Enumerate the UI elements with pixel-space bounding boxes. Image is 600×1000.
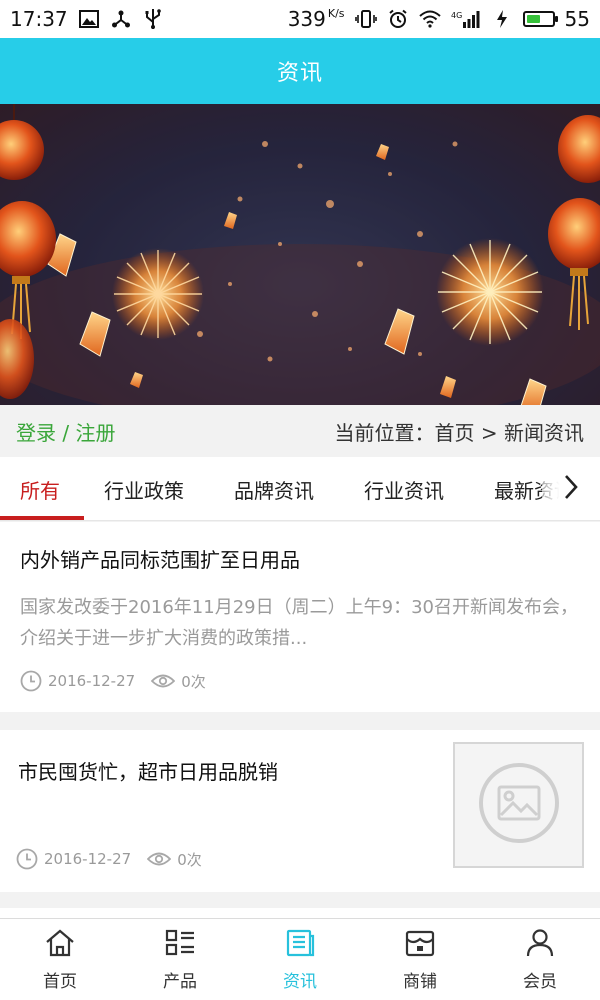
- tab-brand-news[interactable]: 品牌资讯: [234, 457, 314, 520]
- page-title: 资讯: [276, 61, 323, 86]
- vibrate-icon: [354, 8, 377, 30]
- article-views: 0次: [181, 672, 206, 691]
- eye-icon: [151, 673, 176, 689]
- nav-member[interactable]: 会员: [480, 919, 600, 1000]
- tab-all[interactable]: 所有: [20, 457, 60, 520]
- product-grid-icon: [164, 928, 196, 963]
- firework-left: [112, 248, 204, 340]
- svg-text:4G: 4G: [451, 11, 462, 20]
- nav-label: 首页: [43, 971, 77, 992]
- tab-industry-policy[interactable]: 行业政策: [104, 457, 184, 520]
- user-icon: [524, 928, 556, 963]
- store-icon: [404, 928, 436, 963]
- firework-right: [436, 238, 544, 346]
- chevron-right-icon: [563, 473, 579, 505]
- eye-icon: [147, 851, 172, 867]
- alarm-icon: [387, 8, 409, 30]
- nav-store[interactable]: 商铺: [360, 919, 480, 1000]
- news-icon: [284, 928, 316, 963]
- status-bar-right: 339 K/s 4G 55: [288, 7, 590, 31]
- article-title[interactable]: 市民囤货忙，超市日用品脱销: [18, 756, 278, 785]
- article-title[interactable]: 内外销产品同标范围扩至日用品: [20, 544, 300, 573]
- image-placeholder-icon: [477, 761, 561, 849]
- net-speed-unit: K/s: [327, 7, 345, 20]
- image-icon: [78, 8, 100, 30]
- clock-icon: [20, 670, 42, 692]
- category-tabs: 所有 行业政策 品牌资讯 行业资讯 最新资讯: [0, 457, 600, 521]
- article-meta: 2016-12-27 0次: [16, 848, 202, 870]
- share-icon: [110, 8, 132, 30]
- home-icon: [44, 928, 76, 963]
- banner-illustration: [0, 104, 600, 405]
- article-summary: 国家发改委于2016年11月29日（周二）上午9：30召开新闻发布会，介绍关于进…: [20, 597, 578, 649]
- article-date: 2016-12-27: [44, 850, 132, 868]
- nav-home[interactable]: 首页: [0, 919, 120, 1000]
- tab-label: 品牌资讯: [234, 478, 314, 503]
- status-bar-left: 17:37: [10, 7, 164, 31]
- nav-label: 商铺: [403, 971, 437, 992]
- article-card[interactable]: 市民囤货忙，超市日用品脱销 2016-12-27 0次: [0, 730, 600, 892]
- wifi-icon: [418, 8, 441, 30]
- active-tab-indicator: [0, 516, 84, 520]
- nav-label: 产品: [163, 971, 197, 992]
- article-views: 0次: [177, 850, 202, 869]
- article-thumbnail[interactable]: [453, 742, 584, 868]
- net-speed-value: 339: [287, 7, 326, 31]
- title-bar: 资讯: [0, 38, 600, 104]
- clock-icon: [16, 848, 38, 870]
- nav-products[interactable]: 产品: [120, 919, 240, 1000]
- article-card[interactable]: 内外销产品同标范围扩至日用品 国家发改委于2016年11月29日（周二）上午9：…: [0, 522, 600, 712]
- article-meta: 2016-12-27 0次: [20, 670, 206, 692]
- battery-level: 55: [564, 7, 590, 31]
- location-bar: 登录 / 注册 当前位置：首页 > 新闻资讯: [0, 405, 600, 457]
- banner-image[interactable]: [0, 104, 600, 405]
- article-date: 2016-12-27: [48, 672, 136, 690]
- bottom-nav: 首页 产品 资讯 商铺 会员: [0, 918, 600, 1000]
- tab-label: 行业政策: [104, 478, 184, 503]
- tabs-scroll-right-button[interactable]: [542, 457, 600, 520]
- nav-news[interactable]: 资讯: [240, 919, 360, 1000]
- battery-fill: [526, 15, 540, 23]
- status-bar: 17:37 339 K/s 4G 55: [0, 0, 600, 38]
- usb-icon: [142, 8, 164, 30]
- tab-label: 行业资讯: [364, 478, 444, 503]
- charging-icon: [491, 8, 513, 30]
- breadcrumb: 当前位置：首页 > 新闻资讯: [334, 420, 584, 445]
- status-time: 17:37: [10, 7, 68, 31]
- tab-label: 所有: [20, 478, 60, 503]
- tab-industry-news[interactable]: 行业资讯: [364, 457, 444, 520]
- signal-icon: 4G: [451, 8, 481, 30]
- login-register-link[interactable]: 登录 / 注册: [16, 417, 115, 446]
- page: 17:37 339 K/s 4G 55 资讯 登录 / 注册 当前位置：首页 >…: [0, 0, 600, 1000]
- article-card[interactable]: [0, 908, 600, 918]
- nav-label: 资讯: [283, 971, 317, 992]
- nav-label: 会员: [523, 971, 557, 992]
- battery-icon: [522, 11, 558, 27]
- net-speed: 339 K/s: [288, 7, 345, 31]
